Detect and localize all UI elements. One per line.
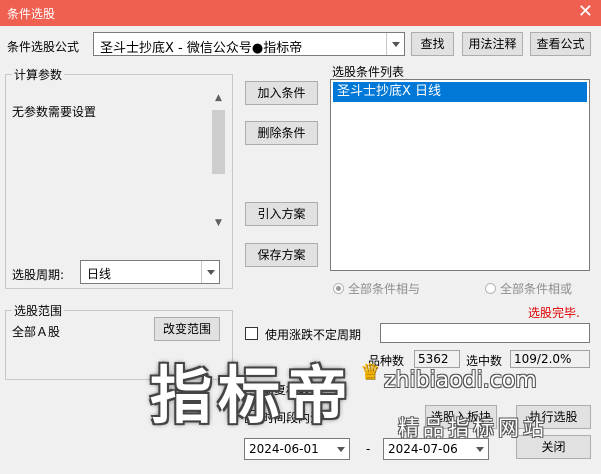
formula-label: 条件选股公式	[7, 40, 80, 54]
change-range-button[interactable]: 改变范围	[154, 317, 220, 341]
selected-label: 选中数	[466, 354, 503, 368]
params-scrollbar[interactable]: ▲ ▼	[210, 90, 227, 232]
conditions-list[interactable]: 圣斗士抄底X 日线	[330, 79, 590, 271]
selected-value: 109/2.0%	[510, 350, 590, 368]
date-separator: -	[366, 442, 371, 456]
window-title: 条件选股	[7, 7, 56, 21]
chevron-down-icon[interactable]	[333, 439, 349, 459]
count-value: 5362	[414, 350, 460, 368]
close-icon[interactable]: ✕	[578, 1, 593, 22]
delete-condition-button[interactable]: 删除条件	[245, 121, 318, 145]
period-label: 选股周期:	[12, 268, 65, 282]
start-date-value: 2024-06-01	[249, 442, 319, 456]
status-message: 选股完毕.	[528, 306, 580, 320]
add-condition-button[interactable]: 加入条件	[245, 81, 318, 105]
title-bar: 条件选股 ✕	[0, 0, 601, 26]
import-scheme-button[interactable]: 引入方案	[245, 202, 318, 226]
range-value: 全部Ａ股	[12, 325, 61, 339]
radio-off-icon	[485, 283, 496, 294]
formula-value: 圣斗士抄底X - 微信公众号●指标帝	[100, 41, 303, 56]
list-item[interactable]: 圣斗士抄底X 日线	[333, 82, 587, 102]
uncertain-period-checkbox[interactable]	[245, 327, 258, 340]
watermark-logo: 指标帝	[150, 359, 355, 432]
chevron-down-icon[interactable]	[386, 33, 404, 55]
conditions-title: 选股条件列表	[332, 65, 405, 79]
formula-combo[interactable]: 圣斗士抄底X - 微信公众号●指标帝	[93, 32, 405, 56]
chevron-down-icon[interactable]	[472, 439, 488, 459]
chevron-down-icon[interactable]	[201, 261, 219, 283]
crown-icon: ♛	[360, 360, 380, 385]
radio-all-or[interactable]: 全部条件相或	[485, 280, 572, 297]
radio-all-or-label: 全部条件相或	[500, 282, 573, 296]
uncertain-period-input[interactable]	[380, 323, 590, 343]
period-value: 日线	[87, 267, 112, 281]
params-message: 无参数需要设置	[12, 105, 97, 119]
radio-all-and[interactable]: 全部条件相与	[333, 280, 420, 297]
radio-all-and-label: 全部条件相与	[348, 282, 421, 296]
params-group-title: 计算参数	[12, 66, 65, 83]
save-scheme-button[interactable]: 保存方案	[245, 243, 318, 267]
watermark-url: zhibiaodi.com	[384, 368, 537, 393]
scroll-thumb[interactable]	[212, 110, 225, 174]
range-group-title: 选股范围	[12, 302, 65, 319]
scroll-up-icon[interactable]: ▲	[210, 90, 227, 107]
usage-notes-button[interactable]: 用法注释	[462, 32, 523, 56]
scroll-down-icon[interactable]: ▼	[210, 215, 227, 232]
start-date-picker[interactable]: 2024-06-01	[244, 438, 350, 460]
radio-on-icon	[333, 283, 344, 294]
find-button[interactable]: 查找	[411, 32, 454, 56]
view-formula-button[interactable]: 查看公式	[530, 32, 591, 56]
end-date-value: 2024-07-06	[388, 442, 458, 456]
period-combo[interactable]: 日线	[80, 260, 220, 284]
watermark-subtitle: 精品指标网站	[398, 416, 548, 440]
uncertain-period-label: 使用涨跌不定周期	[265, 328, 362, 342]
